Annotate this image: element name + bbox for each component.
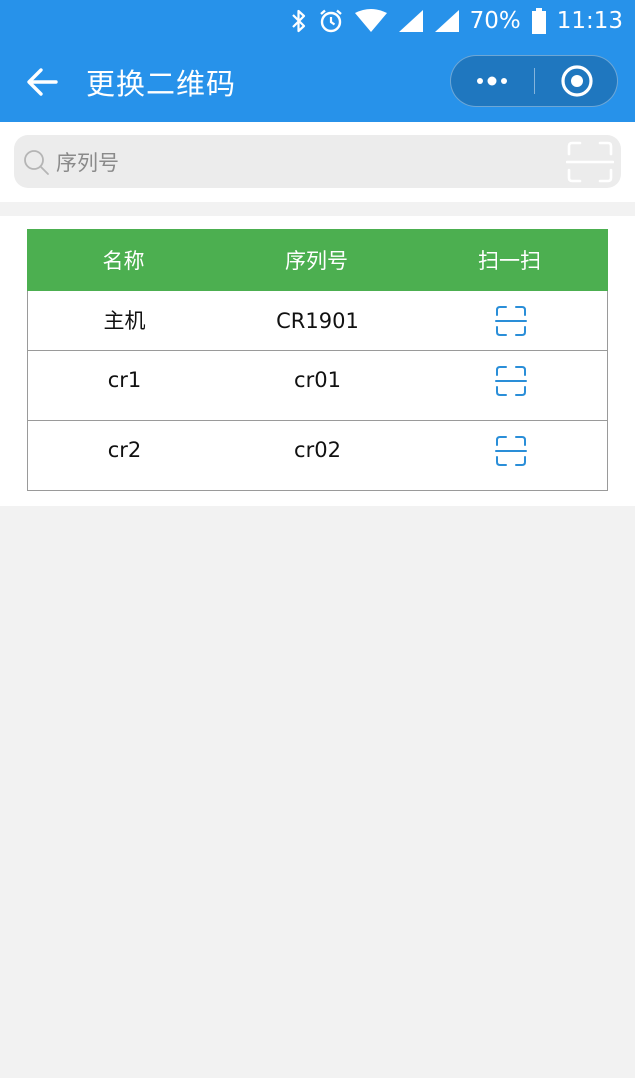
device-serial: cr01: [294, 368, 341, 392]
scan-icon[interactable]: [494, 365, 527, 397]
scan-cell: [414, 305, 607, 337]
signal-icon: [434, 10, 459, 32]
wifi-icon: [354, 9, 387, 32]
more-dots-icon[interactable]: [451, 56, 534, 106]
search-section: [0, 122, 635, 202]
mini-program-capsule: [450, 55, 618, 107]
search-input[interactable]: [54, 135, 558, 190]
battery-percent: 70%: [469, 8, 521, 34]
bluetooth-icon: [291, 9, 305, 33]
device-panel: 名称 序列号 扫一扫 主机 CR1901 cr1 cr01 cr2 cr02: [0, 216, 635, 506]
column-header-serial: 序列号: [285, 249, 348, 273]
battery-icon: [531, 8, 546, 34]
search-icon: [24, 150, 49, 175]
scan-icon[interactable]: [566, 140, 614, 184]
scan-icon[interactable]: [494, 305, 527, 337]
device-serial: CR1901: [276, 308, 359, 333]
app-header: 更换二维码: [0, 42, 635, 122]
device-table: 名称 序列号 扫一扫 主机 CR1901 cr1 cr01 cr2 cr02: [27, 229, 608, 491]
device-serial: cr02: [294, 438, 341, 462]
device-name: cr2: [107, 438, 142, 462]
arrow-left-icon[interactable]: [24, 64, 60, 100]
target-circle-icon[interactable]: [535, 56, 617, 106]
table-row: cr2 cr02: [28, 420, 607, 490]
device-name: cr1: [107, 368, 142, 392]
signal-icon: [398, 10, 423, 32]
column-header-name: 名称: [102, 249, 145, 273]
device-name: 主机: [103, 308, 146, 333]
scan-cell: [414, 365, 607, 397]
table-row: cr1 cr01: [28, 350, 607, 420]
alarm-icon: [319, 9, 342, 33]
scan-cell: [414, 435, 607, 467]
search-bar: [14, 135, 621, 190]
status-bar: 70% 11:13: [0, 0, 635, 42]
scan-icon[interactable]: [494, 435, 527, 467]
table-header: 名称 序列号 扫一扫: [27, 229, 608, 291]
clock-time: 11:13: [556, 8, 623, 34]
page-title: 更换二维码: [86, 67, 237, 101]
table-row: 主机 CR1901: [28, 291, 607, 350]
column-header-scan: 扫一扫: [478, 249, 541, 273]
